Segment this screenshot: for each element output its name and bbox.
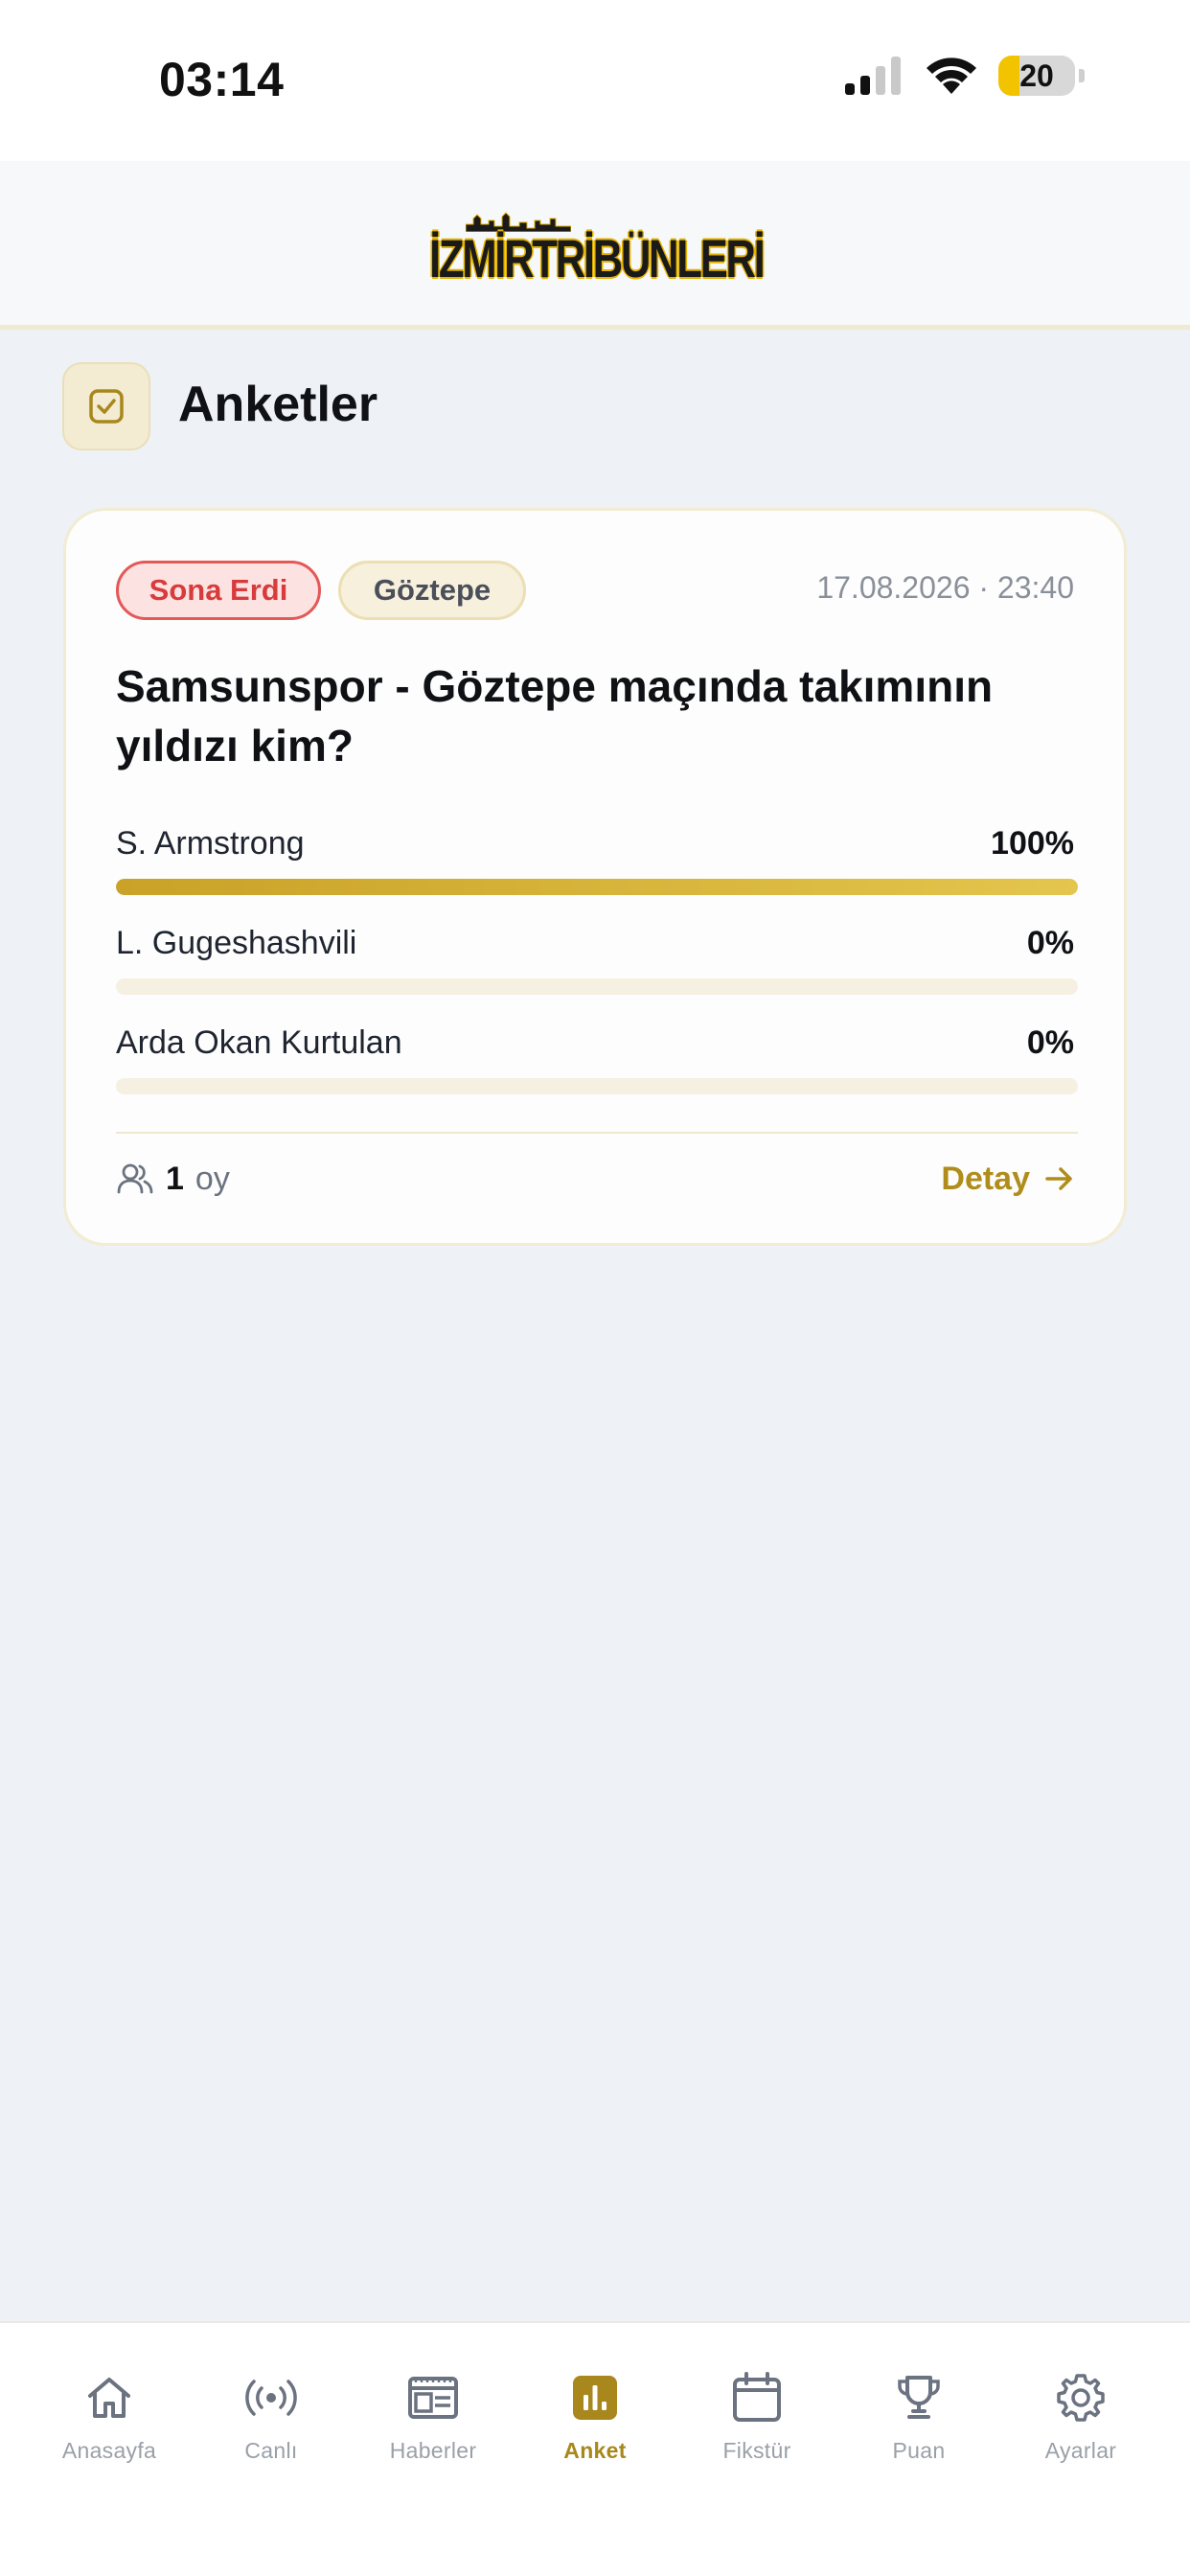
status-bar: 03:14 20 bbox=[0, 0, 1190, 161]
app-header: İZMİRTRİBÜNLERİ bbox=[0, 161, 1190, 330]
detail-link[interactable]: Detay bbox=[941, 1155, 1076, 1203]
battery-cap bbox=[1079, 69, 1085, 82]
newspaper-icon bbox=[404, 2369, 462, 2426]
poll-question: Samsunspor - Göztepe maçında takımının y… bbox=[116, 661, 994, 770]
tab-haberler[interactable]: Haberler bbox=[356, 2369, 510, 2464]
card-divider bbox=[116, 1132, 1078, 1134]
home-icon bbox=[80, 2369, 138, 2426]
poll-date: 17.08.2026 · 23:40 bbox=[816, 570, 1074, 605]
battery-level: 20 bbox=[1019, 58, 1054, 93]
vote-label: oy bbox=[195, 1160, 230, 1197]
calendar-icon bbox=[728, 2369, 786, 2426]
poll-option-bar bbox=[116, 879, 1078, 895]
tab-label: Haberler bbox=[389, 2438, 477, 2463]
tab-label: Canlı bbox=[244, 2438, 298, 2463]
tab-anasayfa[interactable]: Anasayfa bbox=[33, 2369, 186, 2464]
poll-option-bar-fill bbox=[116, 879, 1078, 895]
status-icons: 20 bbox=[843, 56, 1085, 96]
poll-card[interactable]: Sona Erdi Göztepe 17.08.2026 · 23:40 Sam… bbox=[63, 508, 1127, 1246]
poll-option-percent: 0% bbox=[1026, 1024, 1074, 1061]
tab-ayarlar[interactable]: Ayarlar bbox=[1004, 2369, 1157, 2464]
poll-chart-icon bbox=[566, 2369, 624, 2426]
vote-summary: 1 oy bbox=[116, 1155, 230, 1203]
live-broadcast-icon bbox=[242, 2369, 300, 2426]
poll-option-label: L. Gugeshashvili bbox=[116, 925, 357, 961]
poll-option-percent: 0% bbox=[1026, 925, 1074, 961]
users-icon bbox=[117, 1163, 153, 1194]
tab-anket[interactable]: Anket bbox=[518, 2369, 672, 2464]
tab-puan[interactable]: Puan bbox=[842, 2369, 995, 2464]
checkbox-icon bbox=[62, 362, 150, 450]
tab-label: Ayarlar bbox=[1044, 2438, 1117, 2463]
poll-option-bar bbox=[116, 978, 1078, 995]
vote-count: 1 bbox=[166, 1160, 184, 1197]
poll-option-percent: 100% bbox=[991, 825, 1074, 862]
page-title: Anketler bbox=[178, 377, 378, 432]
arrow-right-icon bbox=[1045, 1167, 1072, 1190]
battery-icon: 20 bbox=[998, 56, 1075, 96]
tab-label: Puan bbox=[892, 2438, 946, 2463]
cellular-signal-icon bbox=[845, 57, 901, 95]
poll-option-label: S. Armstrong bbox=[116, 825, 305, 862]
tab-label: Anket bbox=[563, 2438, 627, 2463]
tab-canli[interactable]: Canlı bbox=[195, 2369, 348, 2464]
status-badge: Sona Erdi bbox=[116, 561, 321, 620]
status-time: 03:14 bbox=[159, 53, 285, 106]
team-badge: Göztepe bbox=[338, 561, 526, 620]
detail-link-label: Detay bbox=[941, 1160, 1030, 1197]
tab-fikstur[interactable]: Fikstür bbox=[680, 2369, 834, 2464]
poll-option-label: Arda Okan Kurtulan bbox=[116, 1024, 402, 1061]
tab-label: Anasayfa bbox=[61, 2438, 157, 2463]
logo-text: İZMİRTRİBÜNLERİ bbox=[428, 228, 766, 288]
app-logo[interactable]: İZMİRTRİBÜNLERİ bbox=[429, 211, 765, 286]
bottom-tab-bar: Anasayfa Canlı Haberler Anket Fikstür Pu… bbox=[0, 2321, 1190, 2576]
tab-label: Fikstür bbox=[722, 2438, 791, 2463]
wifi-icon bbox=[927, 58, 976, 94]
trophy-icon bbox=[890, 2369, 948, 2426]
settings-gear-icon bbox=[1052, 2369, 1110, 2426]
poll-option-bar bbox=[116, 1078, 1078, 1094]
